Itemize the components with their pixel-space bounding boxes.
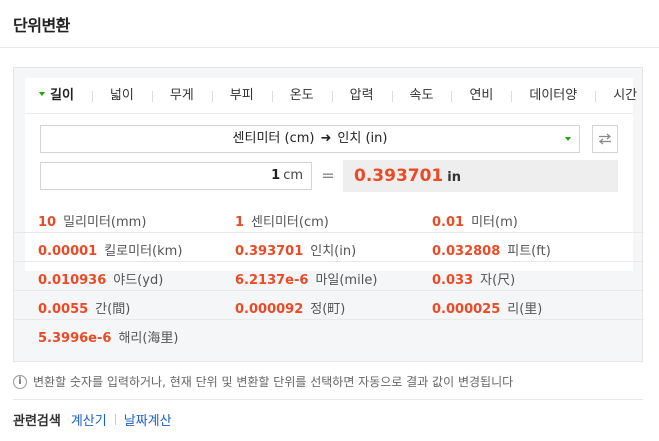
result-box: 0.393701 in xyxy=(343,160,618,192)
result-item-ri: 0.000025 리(里) xyxy=(432,302,543,317)
info-text: 변환할 숫자를 입력하거나, 현재 단위 및 변환할 단위를 선택하면 자동으로… xyxy=(33,375,514,389)
result-item-jeong: 0.000092 정(町) xyxy=(235,302,346,317)
result-unit: in xyxy=(447,170,461,185)
result-item-nautical-mile: 5.3996e-6 해리(海里) xyxy=(38,331,179,346)
result-item-m: 0.01 미터(m) xyxy=(432,215,518,230)
result-item-mm: 10 밀리미터(mm) xyxy=(38,215,147,230)
tab-area[interactable]: 넓이 xyxy=(91,78,152,114)
results-row: 0.010936 야드(yd) 6.2137e-6 마일(mile) 0.033 자(… xyxy=(14,262,644,291)
result-value: 0.393701 xyxy=(354,166,444,186)
tab-pressure[interactable]: 압력 xyxy=(331,78,392,114)
related-search: 관련검색 계산기 날짜계산 xyxy=(13,410,172,429)
tab-volume[interactable]: 부피 xyxy=(211,78,272,114)
related-link-calculator[interactable]: 계산기 xyxy=(71,410,107,429)
swap-units-button[interactable] xyxy=(592,125,618,153)
results-row: 0.00001 킬로미터(km) 0.393701 인치(in) 0.032808 피… xyxy=(14,233,644,262)
result-item-ft: 0.032808 피트(ft) xyxy=(432,244,551,259)
input-value: 1 xyxy=(271,168,281,183)
results-row: 0.0055 간(間) 0.000092 정(町) 0.000025 리(里) xyxy=(14,291,644,320)
arrow-right-icon: ➜ xyxy=(320,131,332,146)
result-item-gan: 0.0055 간(間) xyxy=(38,302,131,317)
value-input[interactable]: 1 cm xyxy=(40,162,312,190)
result-item-in: 0.393701 인치(in) xyxy=(235,244,357,259)
equals-sign: = xyxy=(321,166,335,185)
tab-temperature[interactable]: 온도 xyxy=(271,78,332,114)
tab-fuel-efficiency[interactable]: 연비 xyxy=(451,78,511,114)
tab-time[interactable]: 시간 xyxy=(595,78,655,114)
link-separator xyxy=(114,414,116,425)
unit-category-tabs: 길이 넓이 무게 부피 온도 압력 속도 연비 데이터양 시간 xyxy=(25,78,637,114)
converter-panel: 길이 넓이 무게 부피 온도 압력 속도 연비 데이터양 시간 센티미터 (cm… xyxy=(13,67,644,362)
caret-down-icon xyxy=(39,91,45,96)
input-unit: cm xyxy=(283,168,303,183)
header: 단위변환 xyxy=(0,0,659,48)
result-item-km: 0.00001 킬로미터(km) xyxy=(38,244,183,259)
result-item-mile: 6.2137e-6 마일(mile) xyxy=(235,273,378,288)
result-item-yd: 0.010936 야드(yd) xyxy=(38,273,164,288)
page-title: 단위변환 xyxy=(13,16,70,35)
info-icon: i xyxy=(13,374,27,389)
to-unit-label: 인치 (in) xyxy=(337,131,388,146)
from-unit-label: 센티미터 (cm) xyxy=(232,131,315,146)
result-item-cm: 1 센티미터(cm) xyxy=(235,215,329,230)
info-message: i 변환할 숫자를 입력하거나, 현재 단위 및 변환할 단위를 선택하면 자동… xyxy=(13,373,513,390)
related-link-date-calculator[interactable]: 날짜계산 xyxy=(124,410,172,429)
tab-length[interactable]: 길이 xyxy=(25,78,92,114)
divider xyxy=(13,399,643,400)
tab-weight[interactable]: 무게 xyxy=(151,78,212,114)
results-row: 10 밀리미터(mm) 1 센티미터(cm) 0.01 미터(m) xyxy=(14,204,644,233)
results-row: 5.3996e-6 해리(海里) xyxy=(14,320,644,349)
dropdown-icon xyxy=(565,137,571,141)
swap-icon xyxy=(599,133,611,145)
tab-speed[interactable]: 속도 xyxy=(391,78,452,114)
tab-data-size[interactable]: 데이터양 xyxy=(511,78,595,114)
result-item-ja: 0.033 자(尺) xyxy=(432,273,516,288)
related-search-label: 관련검색 xyxy=(13,414,61,429)
unit-pair-select[interactable]: 센티미터 (cm) ➜ 인치 (in) xyxy=(40,125,580,153)
